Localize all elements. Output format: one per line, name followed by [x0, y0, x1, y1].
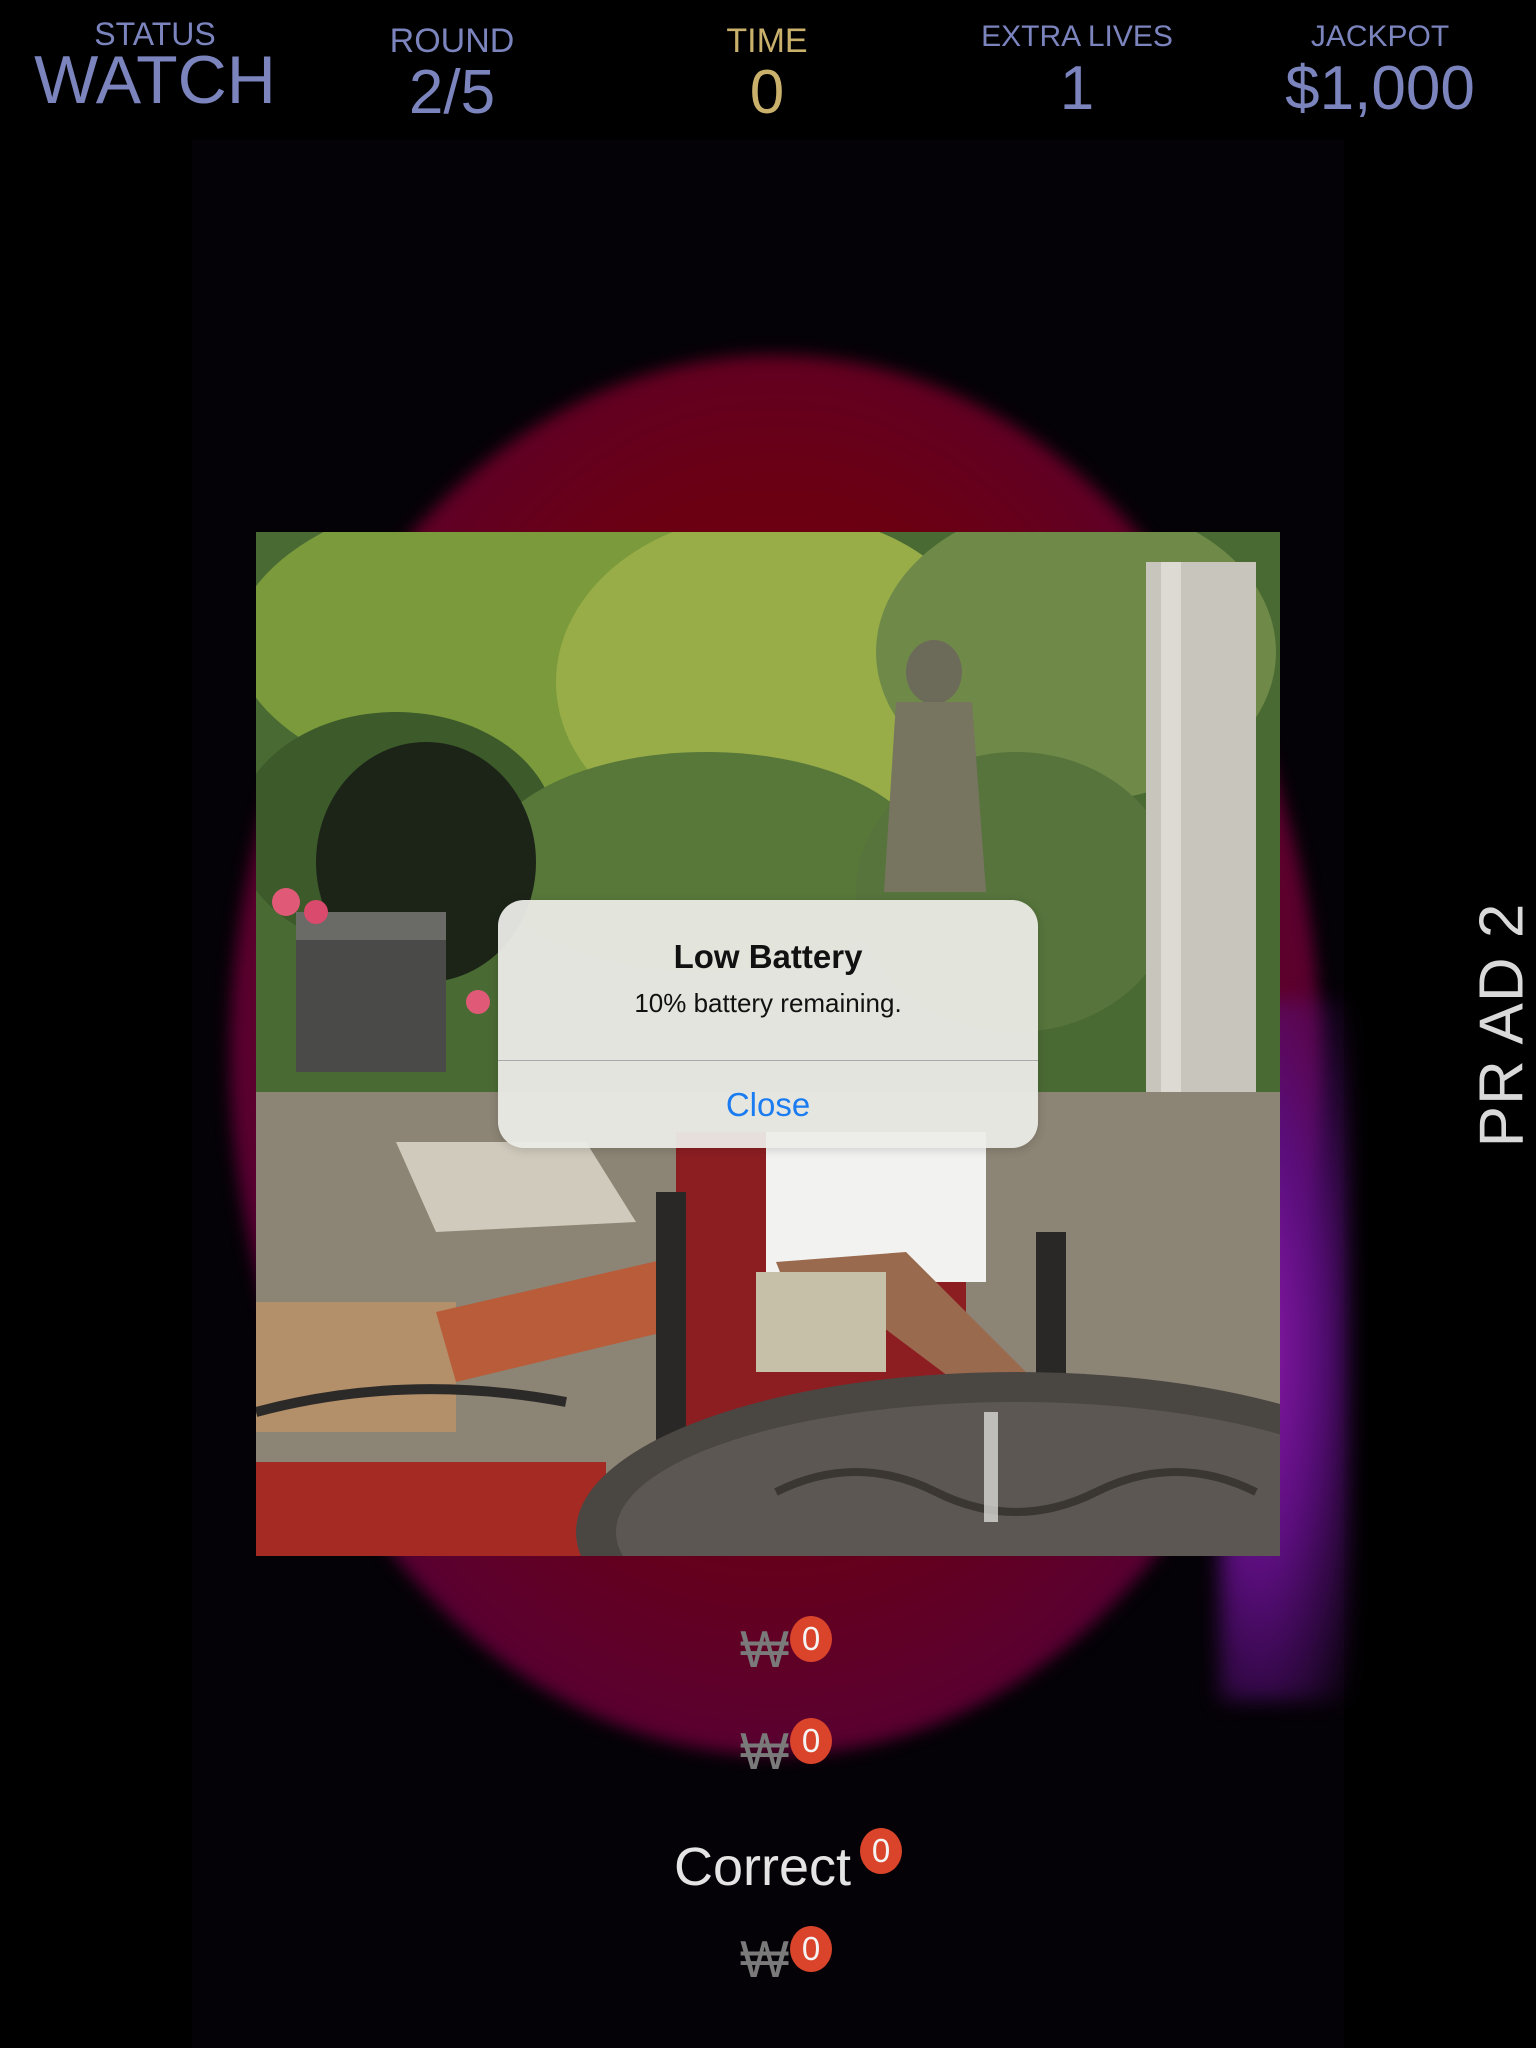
time-value: 0	[749, 58, 785, 127]
won-icon: ₩	[740, 1621, 790, 1679]
jackpot-indicator: JACKPOT $1,000	[1260, 22, 1500, 120]
status-indicator: STATUS WATCH	[30, 18, 280, 114]
time-indicator: TIME 0	[667, 24, 867, 124]
answer-count-badge: 0	[860, 1828, 902, 1874]
jackpot-label: JACKPOT	[1310, 20, 1450, 53]
answer-count-badge: 0	[790, 1718, 832, 1764]
low-battery-alert: Low Battery 10% battery remaining. Close	[498, 900, 1038, 1148]
answer-option[interactable]: ₩ 0	[740, 1616, 832, 1680]
extra-lives-indicator: EXTRA LIVES 1	[962, 22, 1192, 120]
jackpot-value: $1,000	[1285, 54, 1475, 123]
round-indicator: ROUND 2/5	[352, 24, 552, 124]
player-name: PR AD 2	[1467, 902, 1536, 1148]
status-value: WATCH	[34, 42, 276, 118]
extra-lives-value: 1	[1059, 54, 1095, 123]
won-icon: ₩	[740, 1931, 790, 1989]
alert-title: Low Battery	[673, 938, 863, 975]
correct-label: Correct	[674, 1837, 852, 1897]
round-value: 2/5	[408, 58, 496, 127]
time-label: TIME	[726, 22, 808, 60]
answer-count-badge: 0	[790, 1616, 832, 1662]
alert-message: 10% battery remaining.	[634, 988, 902, 1018]
close-button[interactable]: Close	[498, 1061, 1038, 1148]
answer-option[interactable]: ₩ 0	[740, 1926, 832, 1990]
answer-option[interactable]: ₩ 0	[740, 1718, 832, 1782]
answer-count-badge: 0	[790, 1926, 832, 1972]
won-icon: ₩	[740, 1723, 790, 1781]
round-label: ROUND	[389, 22, 515, 60]
answer-option-correct[interactable]: Correct 0	[674, 1828, 902, 1898]
extra-lives-label: EXTRA LIVES	[981, 20, 1173, 53]
